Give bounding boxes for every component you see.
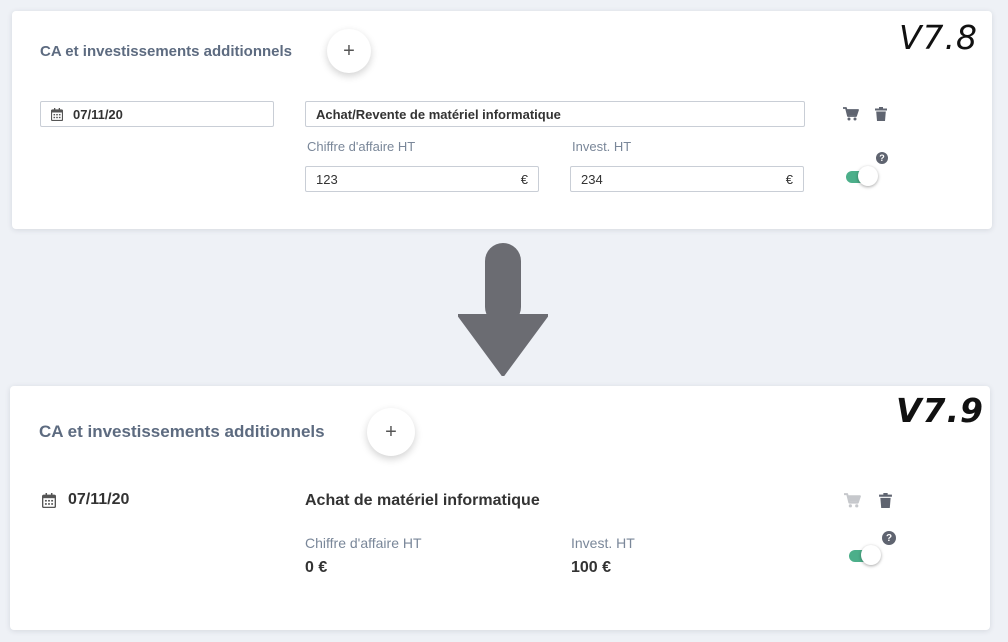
name-display: Achat de matériel informatique [305,492,540,509]
toggle-switch[interactable] [846,166,880,188]
card-v78: V7.8 CA et investissements additionnels … [12,11,992,229]
trash-icon[interactable] [875,107,887,126]
ca-label: Chiffre d'affaire HT [305,535,422,551]
ca-value: 0 € [305,559,328,576]
version-label: V7.8 [898,18,978,57]
invest-label: Invest. HT [572,139,632,154]
trash-icon[interactable] [879,493,892,513]
currency-symbol: € [520,171,528,187]
add-button[interactable]: + [327,29,371,73]
toggle-knob [858,166,878,186]
toggle-knob [861,545,881,565]
help-icon[interactable]: ? [882,531,896,545]
section-title: CA et investissements additionnels [39,422,325,441]
section-title: CA et investissements additionnels [40,43,293,60]
version-label: V7.9 [896,391,984,430]
calendar-icon [42,492,56,508]
date-value: 07/11/20 [73,106,123,122]
currency-symbol: € [785,171,793,187]
invest-value: 234 [581,171,603,187]
calendar-icon [51,107,63,121]
cart-icon[interactable] [844,493,861,513]
name-value: Achat/Revente de matériel informatique [316,106,561,122]
invest-value: 100 € [571,559,612,576]
name-input[interactable]: Achat/Revente de matériel informatique [305,101,805,127]
date-value: 07/11/20 [68,491,130,508]
help-icon[interactable]: ? [876,152,888,164]
plus-icon: + [343,39,355,62]
invest-input[interactable]: 234 € [570,166,804,192]
ca-value: 123 [316,171,338,187]
date-display: 07/11/20 [42,491,129,509]
invest-label: Invest. HT [571,535,635,551]
add-button[interactable]: + [367,408,415,456]
ca-input[interactable]: 123 € [305,166,539,192]
date-input[interactable]: 07/11/20 [40,101,274,127]
ca-label: Chiffre d'affaire HT [307,139,416,154]
card-v79: V7.9 CA et investissements additionnels … [10,386,990,630]
cart-icon[interactable] [843,107,859,126]
plus-icon: + [385,420,397,443]
toggle-switch[interactable] [849,545,885,567]
arrow-down-icon [458,243,548,376]
